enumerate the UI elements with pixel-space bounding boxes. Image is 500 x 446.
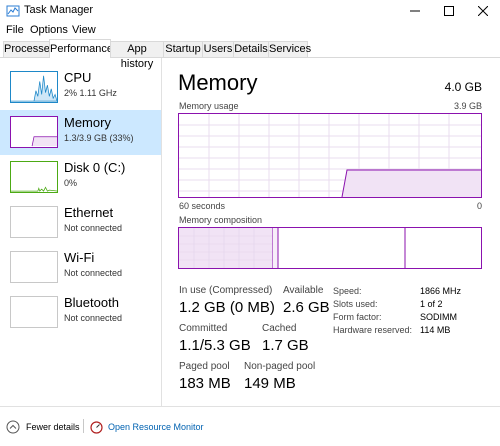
sidebar-item-memory[interactable]: Memory 1.3/3.9 GB (33%) [0,110,161,155]
usage-graph-label: Memory usage [179,101,239,111]
task-manager-icon [6,5,20,17]
sidebar-item-label: Memory [64,115,111,130]
stat-non-paged-pool-value: 149 MB [244,375,296,392]
stat-available-value: 2.6 GB [283,299,330,316]
tab-app-history[interactable]: App history [110,41,164,70]
stat-in-use-label: In use (Compressed) [179,285,273,296]
sidebar-item-wifi[interactable]: Wi-Fi Not connected [0,245,161,290]
menu-bar: File Options View [0,22,500,39]
menu-view[interactable]: View [72,24,96,36]
title-bar: Task Manager [0,0,500,22]
sidebar-item-label: Disk 0 (C:) [64,160,126,175]
stat-paged-pool-value: 183 MB [179,375,231,392]
open-resource-monitor-link[interactable]: Open Resource Monitor [90,419,204,435]
tab-users[interactable]: Users [202,41,234,57]
sidebar-item-cpu[interactable]: CPU 2% 1.11 GHz [0,65,161,110]
disk-graph-icon [10,161,58,193]
tab-strip: Processes Performance App history Startu… [0,39,500,70]
menu-options[interactable]: Options [30,24,68,36]
spec-slots-value: 1 of 2 [420,299,443,309]
memory-usage-graph [178,113,482,198]
sidebar-item-status: Not connected [64,223,123,233]
memory-composition-bar [178,227,482,269]
maximize-button[interactable] [432,0,466,22]
ethernet-graph-icon [10,206,58,238]
resource-monitor-icon [90,420,103,434]
sidebar-item-label: Wi-Fi [64,250,95,265]
minimize-icon [410,10,420,12]
fewer-details-label: Fewer details [26,422,80,432]
sidebar-item-disk[interactable]: Disk 0 (C:) 0% [0,155,161,200]
sidebar-item-status: Not connected [64,268,123,278]
wifi-graph-icon [10,251,58,283]
window-title: Task Manager [24,4,94,16]
composition-graph-label: Memory composition [179,215,263,225]
spec-hardware-reserved-label: Hardware reserved: [333,325,413,335]
spec-speed-value: 1866 MHz [420,286,462,296]
tab-details[interactable]: Details [233,41,269,57]
tab-services[interactable]: Services [268,41,311,57]
tab-processes[interactable]: Processes [3,41,55,57]
usage-time-start: 60 seconds [179,201,226,211]
bluetooth-graph-icon [10,296,58,328]
maximize-icon [444,6,454,16]
stat-cached-value: 1.7 GB [262,337,309,354]
stat-cached-label: Cached [262,323,297,334]
sidebar-item-status: Not connected [64,313,123,323]
minimize-button[interactable] [398,0,432,22]
stat-available-label: Available [283,285,324,296]
cpu-graph-icon [10,71,58,103]
fewer-details-button[interactable]: Fewer details [6,419,80,435]
tab-performance[interactable]: Performance [49,39,113,58]
footer-divider [83,419,84,433]
spec-hardware-reserved-value: 114 MB [420,325,451,335]
spec-slots-label: Slots used: [333,299,378,309]
close-button[interactable] [466,0,500,22]
stat-in-use-value: 1.2 GB (0 MB) [179,299,275,316]
sidebar-item-status: 0% [64,178,78,188]
menu-file[interactable]: File [6,24,24,36]
usage-graph-max: 3.9 GB [453,101,482,111]
tab-startup[interactable]: Startup [163,41,203,57]
stat-committed-value: 1.1/5.3 GB [179,337,251,354]
page-title: Memory [178,70,258,95]
sidebar-item-ethernet[interactable]: Ethernet Not connected [0,200,161,245]
sidebar-item-label: Ethernet [64,205,114,220]
close-icon [478,6,488,16]
sidebar-item-label: Bluetooth [64,295,119,310]
memory-graph-icon [10,116,58,148]
sidebar-item-bluetooth[interactable]: Bluetooth Not connected [0,290,161,335]
spec-form-factor-value: SODIMM [420,312,457,322]
footer-bar: Fewer details Open Resource Monitor [0,406,500,446]
spec-speed-label: Speed: [333,286,362,296]
sidebar-item-label: CPU [64,70,92,85]
resource-list: CPU 2% 1.11 GHz Memory 1.3/3.9 GB (33%) … [0,58,162,406]
spec-form-factor-label: Form factor: [333,312,382,322]
sidebar-item-status: 1.3/3.9 GB (33%) [64,133,134,143]
stat-committed-label: Committed [179,323,228,334]
memory-total: 4.0 GB [444,80,482,94]
stat-paged-pool-label: Paged pool [179,361,230,372]
sidebar-item-status: 2% 1.11 GHz [64,88,117,98]
open-resource-monitor-label: Open Resource Monitor [108,422,204,432]
usage-time-end: 0 [476,201,482,211]
chevron-up-icon [6,420,20,434]
stat-non-paged-pool-label: Non-paged pool [244,361,316,372]
